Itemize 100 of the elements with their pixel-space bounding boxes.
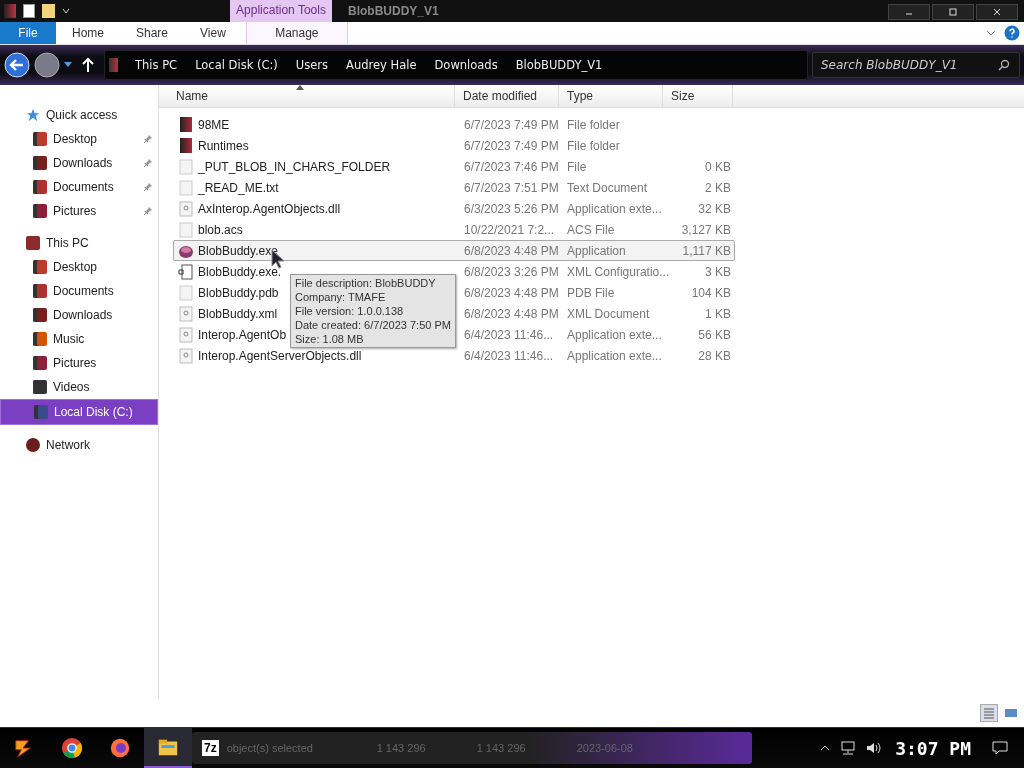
size-cell: 104 KB	[691, 285, 731, 300]
folder-taskbar-icon[interactable]	[144, 728, 192, 768]
sidebar-item[interactable]: Documents	[0, 279, 158, 303]
size-cell: 32 KB	[698, 201, 731, 216]
file-name: Interop.AgentOb	[198, 327, 287, 342]
folder-icon	[109, 58, 118, 72]
file-name: AxInterop.AgentObjects.dll	[198, 201, 341, 216]
breadcrumb-item[interactable]: BlobBUDDY_V1	[506, 58, 612, 72]
progress-text: 1 143 296	[476, 742, 527, 754]
volume-icon[interactable]	[866, 741, 883, 755]
date-cell-text: 6/8/2023 4:48 PM	[463, 285, 560, 300]
sidebar-item[interactable]: Network	[0, 433, 158, 457]
file-name: BlobBuddy.exe	[198, 243, 278, 258]
file-icon	[178, 284, 194, 301]
sidebar-item[interactable]: Videos	[0, 375, 158, 399]
sidebar-item[interactable]: Local Disk (C:)	[0, 399, 158, 425]
breadcrumb-item[interactable]: Local Disk (C:)	[186, 58, 287, 72]
breadcrumb-item[interactable]: Audrey Hale	[337, 58, 426, 72]
notifications-icon[interactable]	[992, 741, 1008, 755]
file-icon	[178, 221, 194, 238]
type-cell-text: PDB File	[566, 285, 616, 300]
up-arrow-icon[interactable]	[80, 57, 96, 73]
size-cell: 1 KB	[705, 306, 731, 321]
progress-text: 2023-06-08	[576, 742, 633, 754]
tooltip-line: Company: TMAFE	[295, 290, 387, 304]
column-header[interactable]: Type	[559, 85, 663, 107]
type-cell-text: File folder	[566, 117, 621, 132]
file-name: _READ_ME.txt	[198, 180, 279, 195]
column-header[interactable]: Name	[159, 85, 455, 107]
caret-icon[interactable]	[62, 8, 70, 14]
folder-icon	[180, 117, 192, 132]
column-header[interactable]: Date modified	[455, 85, 559, 107]
column-header[interactable]: Size	[663, 85, 733, 107]
folder-icon	[33, 356, 47, 370]
help-icon[interactable]	[1004, 25, 1020, 41]
folder-icon	[34, 405, 48, 419]
sidebar-item[interactable]: Documents	[0, 175, 158, 199]
folder-icon	[33, 180, 47, 194]
folder-icon	[33, 380, 47, 394]
archive-app-icon[interactable]: 7z	[202, 740, 219, 756]
selected-row[interactable]: BlobBuddy.exe 6/8/2023 4:48 PM Application 1,117 KB	[173, 240, 735, 261]
tooltip-line: File version: 1.0.0.138	[295, 304, 405, 318]
tooltip-line: Size: 1.08 MB	[295, 332, 365, 346]
type-cell-text: XML Configuratio...	[566, 264, 671, 279]
sidebar-item[interactable]: Pictures	[0, 351, 158, 375]
folder-icon	[33, 260, 47, 274]
breadcrumb-item[interactable]: Users	[286, 58, 338, 72]
size-cell: 1,117 KB	[682, 243, 731, 258]
file-name: BlobBuddy.exe.	[198, 264, 282, 279]
search-field[interactable]: Search BlobBUDDY_V1	[812, 52, 1020, 78]
date-cell-text: 6/8/2023 4:48 PM	[463, 243, 560, 258]
date-cell-text: 6/8/2023 4:48 PM	[463, 306, 560, 321]
dll-file-icon	[178, 326, 194, 343]
date-cell-text: 6/7/2023 7:51 PM	[463, 180, 560, 195]
folder-icon	[33, 284, 47, 298]
sidebar-item[interactable]: Music	[0, 327, 158, 351]
breadcrumb-item[interactable]: Downloads	[425, 58, 507, 72]
type-cell-text: Text Document	[566, 180, 649, 195]
folder-icon	[33, 332, 47, 346]
file-name: 98ME	[198, 117, 230, 132]
address-bar[interactable]: This PC Local Disk (C:) Users Audrey Hale Downloads BlobBUDDY_V1	[104, 50, 808, 80]
file-name: BlobBuddy.pdb	[198, 285, 279, 300]
size-cell: 2 KB	[705, 180, 731, 195]
expand-ribbon-icon[interactable]	[986, 30, 996, 36]
tooltip-line: File description: BlobBUDDY	[295, 276, 437, 290]
forward-button[interactable]	[34, 52, 60, 78]
star-icon	[26, 108, 40, 122]
type-cell-text: Application exte...	[566, 327, 663, 342]
clock[interactable]: 3:07 PM	[895, 737, 971, 759]
date-cell-text: 10/22/2021 7:2...	[463, 222, 556, 237]
sidebar-item[interactable]: Pictures	[0, 199, 158, 223]
size-cell: 56 KB	[698, 327, 731, 342]
sidebar-item[interactable]: Downloads	[0, 151, 158, 175]
sidebar-item[interactable]: This PC	[0, 231, 158, 255]
sidebar-item[interactable]: Desktop	[0, 127, 158, 151]
dll-file-icon	[178, 200, 194, 217]
folder-icon	[180, 138, 192, 153]
recent-caret-icon[interactable]	[64, 62, 72, 68]
breadcrumb-item[interactable]: This PC	[126, 58, 187, 72]
xml-file-icon	[178, 305, 194, 322]
sidebar-item[interactable]: Quick access	[0, 103, 158, 127]
maximize-button[interactable]	[932, 4, 974, 20]
file-name: Runtimes	[198, 138, 249, 153]
sidebar-item[interactable]: Desktop	[0, 255, 158, 279]
ribbon-tab[interactable]: File	[0, 22, 56, 44]
search-icon	[998, 59, 1010, 71]
folder-icon	[33, 308, 47, 322]
type-cell-text: Application	[566, 243, 627, 258]
sidebar-item[interactable]: Downloads	[0, 303, 158, 327]
show-hidden-icons-caret[interactable]	[820, 745, 831, 751]
app-icon	[4, 4, 16, 18]
type-cell-text: Application exte...	[566, 348, 663, 363]
size-cell: 3 KB	[705, 264, 731, 279]
back-button[interactable]	[4, 52, 30, 78]
type-cell-text: File folder	[566, 138, 621, 153]
type-cell-text: ACS File	[566, 222, 616, 237]
window-title: BlobBUDDY_V1	[347, 3, 440, 20]
ribbon-tab[interactable]: Manage	[245, 22, 348, 44]
size-cell: 28 KB	[698, 348, 731, 363]
network-icon[interactable]	[840, 741, 857, 755]
